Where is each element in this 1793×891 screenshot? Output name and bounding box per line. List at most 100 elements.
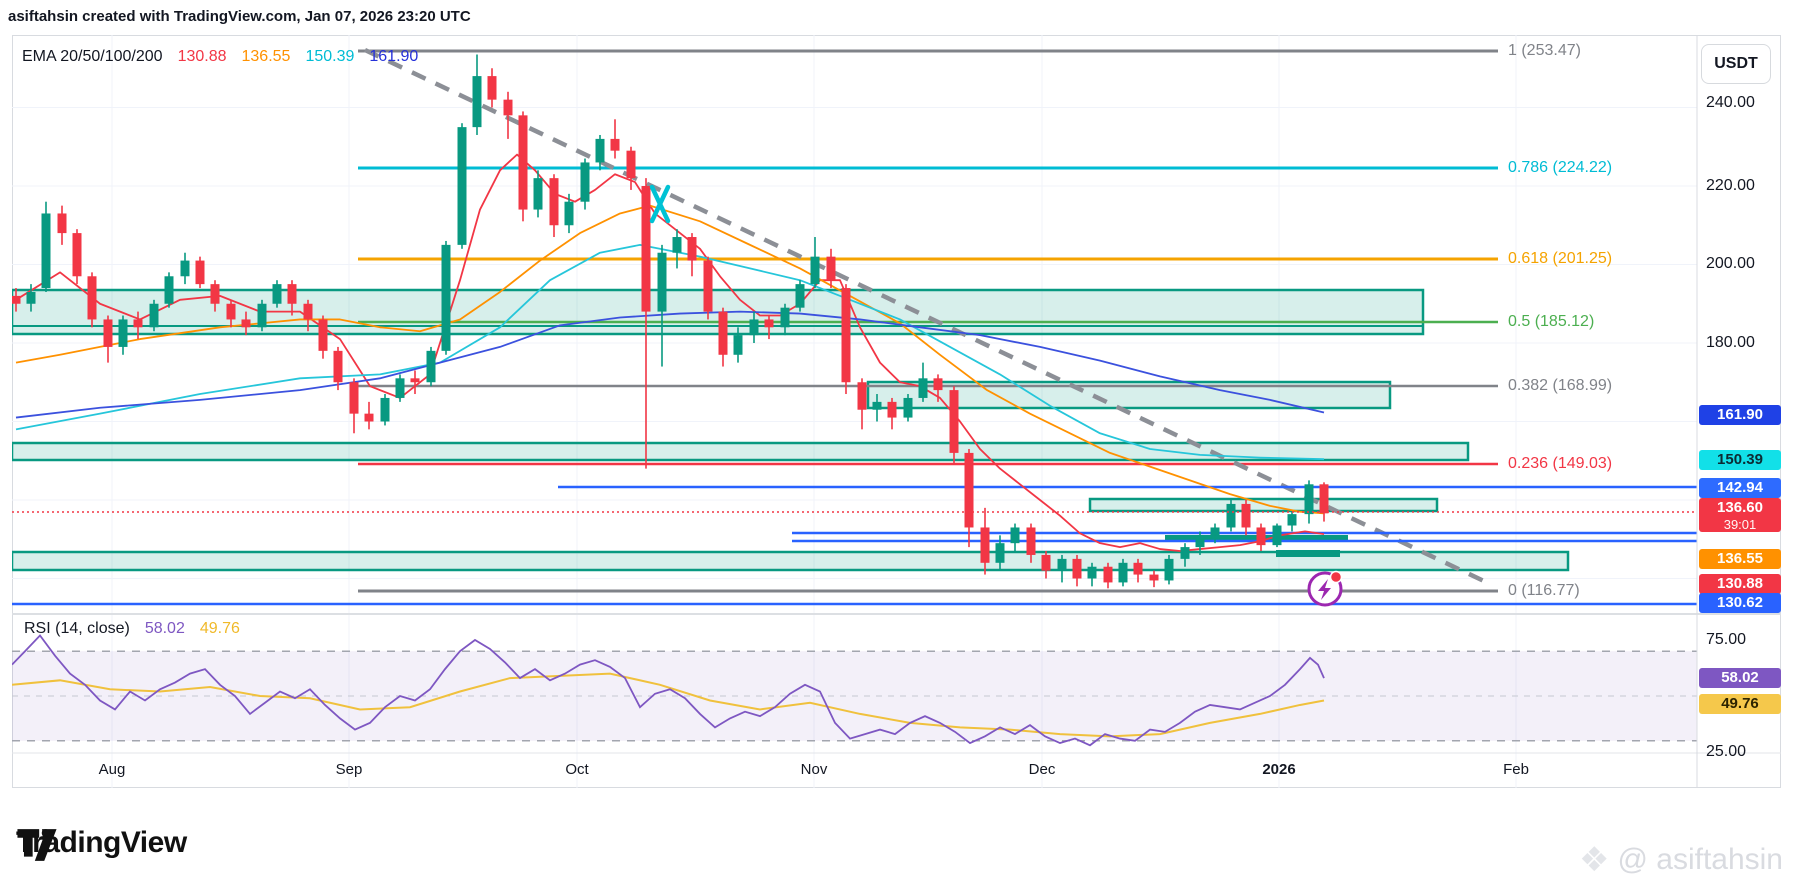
candle[interactable] bbox=[457, 127, 467, 245]
candle[interactable] bbox=[1287, 514, 1297, 526]
candle[interactable] bbox=[1256, 527, 1266, 546]
candle[interactable] bbox=[503, 99, 513, 116]
candle[interactable] bbox=[72, 233, 82, 277]
candle[interactable] bbox=[1133, 562, 1143, 575]
candle[interactable] bbox=[564, 201, 574, 226]
candle[interactable] bbox=[626, 150, 636, 179]
candlestick-chart[interactable] bbox=[0, 0, 1793, 891]
candle[interactable] bbox=[133, 319, 143, 328]
candle[interactable] bbox=[1041, 554, 1051, 571]
candle[interactable] bbox=[1180, 547, 1190, 559]
candle[interactable] bbox=[364, 413, 374, 422]
candle[interactable] bbox=[1103, 566, 1113, 583]
candle[interactable] bbox=[426, 350, 436, 383]
candle[interactable] bbox=[764, 319, 774, 328]
time-axis-label[interactable]: 2026 bbox=[1262, 761, 1295, 778]
candle[interactable] bbox=[1241, 503, 1251, 528]
candle[interactable] bbox=[118, 319, 128, 347]
candle[interactable] bbox=[349, 382, 359, 414]
candle[interactable] bbox=[472, 76, 482, 128]
time-axis-label[interactable]: Nov bbox=[801, 761, 828, 778]
candle[interactable] bbox=[1319, 484, 1329, 514]
candle[interactable] bbox=[518, 115, 528, 210]
rsi-pane[interactable] bbox=[12, 634, 1697, 747]
candle[interactable] bbox=[641, 186, 651, 312]
candle[interactable] bbox=[12, 295, 21, 304]
candle[interactable] bbox=[1149, 574, 1159, 581]
tradingview-logo[interactable]: TradingView bbox=[16, 826, 187, 861]
candle[interactable] bbox=[580, 162, 590, 202]
candle[interactable] bbox=[549, 178, 559, 226]
candle[interactable] bbox=[41, 213, 51, 289]
candle[interactable] bbox=[841, 288, 851, 383]
candle[interactable] bbox=[57, 213, 67, 234]
candle[interactable] bbox=[918, 378, 928, 398]
candle[interactable] bbox=[949, 390, 959, 453]
ema-line[interactable] bbox=[15, 153, 1325, 552]
candle[interactable] bbox=[164, 276, 174, 304]
time-axis-label[interactable]: Oct bbox=[565, 761, 588, 778]
candle[interactable] bbox=[610, 138, 620, 151]
candle[interactable] bbox=[241, 319, 251, 328]
candle[interactable] bbox=[857, 382, 867, 410]
time-axis-label[interactable]: Aug bbox=[99, 761, 126, 778]
time-axis-label[interactable]: Feb bbox=[1503, 761, 1529, 778]
candle[interactable] bbox=[903, 397, 913, 418]
candle[interactable] bbox=[487, 76, 497, 100]
candle[interactable] bbox=[718, 311, 728, 355]
candle[interactable] bbox=[333, 350, 343, 383]
candle[interactable] bbox=[195, 260, 205, 285]
candle[interactable] bbox=[1164, 558, 1174, 581]
ema-legend[interactable]: EMA 20/50/100/200 130.88 136.55 150.39 161.… bbox=[22, 48, 418, 66]
candle[interactable] bbox=[1057, 558, 1067, 571]
candle[interactable] bbox=[380, 397, 390, 422]
candle[interactable] bbox=[180, 260, 190, 277]
currency-toggle-button[interactable]: USDT bbox=[1701, 44, 1771, 84]
candle[interactable] bbox=[210, 284, 220, 304]
candle[interactable] bbox=[1195, 535, 1205, 548]
candle[interactable] bbox=[1304, 484, 1314, 515]
candle[interactable] bbox=[287, 284, 297, 304]
candle[interactable] bbox=[703, 260, 713, 312]
candle[interactable] bbox=[103, 319, 113, 347]
ema-line[interactable] bbox=[15, 204, 1325, 515]
candle[interactable] bbox=[657, 252, 667, 312]
candle[interactable] bbox=[87, 276, 97, 320]
candle[interactable] bbox=[672, 237, 682, 253]
candle[interactable] bbox=[795, 284, 805, 308]
candle[interactable] bbox=[810, 256, 820, 285]
candle[interactable] bbox=[826, 256, 836, 281]
candle[interactable] bbox=[1087, 566, 1097, 579]
time-axis-label[interactable]: Sep bbox=[336, 761, 363, 778]
time-axis-label[interactable]: Dec bbox=[1029, 761, 1056, 778]
zone-bar[interactable] bbox=[1276, 550, 1340, 557]
candle[interactable] bbox=[964, 452, 974, 528]
candle[interactable] bbox=[226, 303, 236, 320]
rsi-legend[interactable]: RSI (14, close) 58.02 49.76 bbox=[24, 620, 240, 638]
candle[interactable] bbox=[749, 319, 759, 336]
candle[interactable] bbox=[441, 244, 451, 351]
candle[interactable] bbox=[395, 378, 405, 398]
candle[interactable] bbox=[872, 401, 882, 410]
candle[interactable] bbox=[887, 401, 897, 418]
candle[interactable] bbox=[303, 303, 313, 320]
candle[interactable] bbox=[272, 284, 282, 304]
candle[interactable] bbox=[533, 178, 543, 210]
candle[interactable] bbox=[149, 303, 159, 328]
candle[interactable] bbox=[1226, 503, 1236, 528]
candle[interactable] bbox=[595, 138, 605, 163]
candle[interactable] bbox=[1210, 527, 1220, 536]
candle[interactable] bbox=[733, 335, 743, 355]
candle[interactable] bbox=[318, 319, 328, 351]
candle[interactable] bbox=[1026, 527, 1036, 555]
candle[interactable] bbox=[1118, 562, 1128, 583]
candle[interactable] bbox=[995, 543, 1005, 563]
candle[interactable] bbox=[1010, 527, 1020, 544]
candle[interactable] bbox=[933, 378, 943, 391]
candle[interactable] bbox=[1072, 558, 1082, 579]
candle[interactable] bbox=[410, 378, 420, 383]
candle[interactable] bbox=[780, 307, 790, 328]
lightning-reaction-icon[interactable] bbox=[1307, 570, 1343, 607]
candle[interactable] bbox=[1272, 525, 1282, 546]
candle[interactable] bbox=[687, 237, 697, 261]
